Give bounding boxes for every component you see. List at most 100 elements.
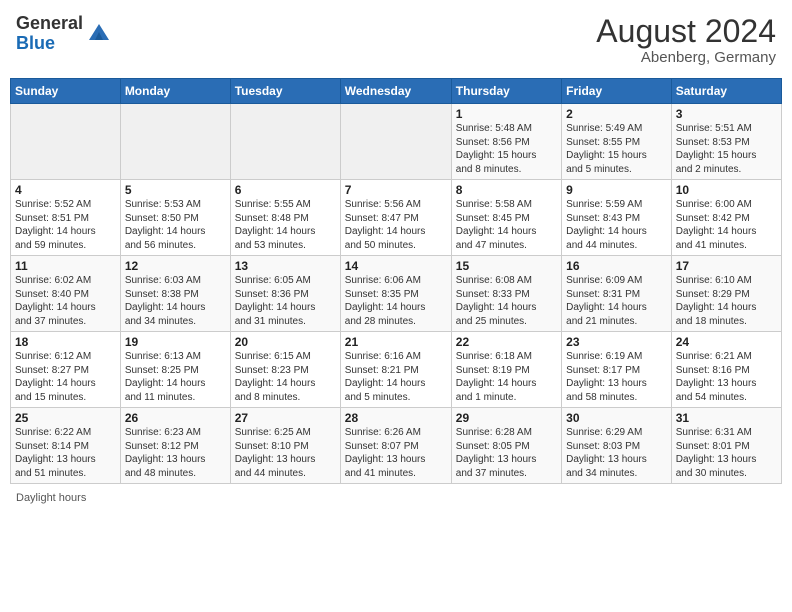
day-number: 23 xyxy=(566,335,667,349)
daylight-note: Daylight hours xyxy=(16,492,86,504)
day-info: Sunrise: 6:18 AM Sunset: 8:19 PM Dayligh… xyxy=(456,350,557,404)
day-number: 2 xyxy=(566,107,667,121)
day-number: 31 xyxy=(676,411,777,425)
logo: General Blue xyxy=(16,14,113,54)
weekday-header: Friday xyxy=(562,79,672,104)
day-info: Sunrise: 5:58 AM Sunset: 8:45 PM Dayligh… xyxy=(456,198,557,252)
calendar-cell: 11Sunrise: 6:02 AM Sunset: 8:40 PM Dayli… xyxy=(11,256,121,332)
calendar-cell: 7Sunrise: 5:56 AM Sunset: 8:47 PM Daylig… xyxy=(340,180,451,256)
day-number: 15 xyxy=(456,259,557,273)
day-info: Sunrise: 6:31 AM Sunset: 8:01 PM Dayligh… xyxy=(676,426,777,480)
calendar-header-row: SundayMondayTuesdayWednesdayThursdayFrid… xyxy=(11,79,782,104)
calendar-cell: 9Sunrise: 5:59 AM Sunset: 8:43 PM Daylig… xyxy=(562,180,672,256)
day-number: 29 xyxy=(456,411,557,425)
calendar-cell: 18Sunrise: 6:12 AM Sunset: 8:27 PM Dayli… xyxy=(11,332,121,408)
day-number: 27 xyxy=(235,411,336,425)
day-info: Sunrise: 5:56 AM Sunset: 8:47 PM Dayligh… xyxy=(345,198,447,252)
day-number: 8 xyxy=(456,183,557,197)
day-number: 5 xyxy=(125,183,226,197)
calendar-cell xyxy=(120,104,230,180)
day-info: Sunrise: 6:21 AM Sunset: 8:16 PM Dayligh… xyxy=(676,350,777,404)
day-info: Sunrise: 5:59 AM Sunset: 8:43 PM Dayligh… xyxy=(566,198,667,252)
calendar-week-row: 4Sunrise: 5:52 AM Sunset: 8:51 PM Daylig… xyxy=(11,180,782,256)
calendar-cell: 24Sunrise: 6:21 AM Sunset: 8:16 PM Dayli… xyxy=(671,332,781,408)
logo-icon xyxy=(85,20,113,48)
footer-note: Daylight hours xyxy=(10,490,782,506)
calendar-cell: 3Sunrise: 5:51 AM Sunset: 8:53 PM Daylig… xyxy=(671,104,781,180)
day-info: Sunrise: 6:03 AM Sunset: 8:38 PM Dayligh… xyxy=(125,274,226,328)
location: Abenberg, Germany xyxy=(596,49,776,66)
day-info: Sunrise: 6:08 AM Sunset: 8:33 PM Dayligh… xyxy=(456,274,557,328)
day-info: Sunrise: 5:52 AM Sunset: 8:51 PM Dayligh… xyxy=(15,198,116,252)
day-number: 12 xyxy=(125,259,226,273)
calendar-week-row: 18Sunrise: 6:12 AM Sunset: 8:27 PM Dayli… xyxy=(11,332,782,408)
weekday-header: Sunday xyxy=(11,79,121,104)
calendar-cell: 8Sunrise: 5:58 AM Sunset: 8:45 PM Daylig… xyxy=(451,180,561,256)
day-number: 24 xyxy=(676,335,777,349)
calendar-cell: 5Sunrise: 5:53 AM Sunset: 8:50 PM Daylig… xyxy=(120,180,230,256)
day-info: Sunrise: 6:02 AM Sunset: 8:40 PM Dayligh… xyxy=(15,274,116,328)
calendar-cell: 28Sunrise: 6:26 AM Sunset: 8:07 PM Dayli… xyxy=(340,408,451,484)
day-info: Sunrise: 5:55 AM Sunset: 8:48 PM Dayligh… xyxy=(235,198,336,252)
calendar-cell: 30Sunrise: 6:29 AM Sunset: 8:03 PM Dayli… xyxy=(562,408,672,484)
day-number: 25 xyxy=(15,411,116,425)
day-number: 22 xyxy=(456,335,557,349)
day-info: Sunrise: 6:26 AM Sunset: 8:07 PM Dayligh… xyxy=(345,426,447,480)
day-info: Sunrise: 6:09 AM Sunset: 8:31 PM Dayligh… xyxy=(566,274,667,328)
title-block: August 2024 Abenberg, Germany xyxy=(596,14,776,66)
calendar-cell: 31Sunrise: 6:31 AM Sunset: 8:01 PM Dayli… xyxy=(671,408,781,484)
day-info: Sunrise: 6:13 AM Sunset: 8:25 PM Dayligh… xyxy=(125,350,226,404)
day-number: 14 xyxy=(345,259,447,273)
calendar-week-row: 25Sunrise: 6:22 AM Sunset: 8:14 PM Dayli… xyxy=(11,408,782,484)
day-info: Sunrise: 6:00 AM Sunset: 8:42 PM Dayligh… xyxy=(676,198,777,252)
weekday-header: Wednesday xyxy=(340,79,451,104)
calendar-table: SundayMondayTuesdayWednesdayThursdayFrid… xyxy=(10,78,782,484)
calendar-week-row: 11Sunrise: 6:02 AM Sunset: 8:40 PM Dayli… xyxy=(11,256,782,332)
day-info: Sunrise: 6:16 AM Sunset: 8:21 PM Dayligh… xyxy=(345,350,447,404)
logo-general: General xyxy=(16,13,83,33)
day-number: 16 xyxy=(566,259,667,273)
calendar-cell: 19Sunrise: 6:13 AM Sunset: 8:25 PM Dayli… xyxy=(120,332,230,408)
day-info: Sunrise: 6:12 AM Sunset: 8:27 PM Dayligh… xyxy=(15,350,116,404)
day-info: Sunrise: 6:23 AM Sunset: 8:12 PM Dayligh… xyxy=(125,426,226,480)
day-number: 28 xyxy=(345,411,447,425)
day-number: 18 xyxy=(15,335,116,349)
day-number: 6 xyxy=(235,183,336,197)
calendar-cell: 13Sunrise: 6:05 AM Sunset: 8:36 PM Dayli… xyxy=(230,256,340,332)
month-year: August 2024 xyxy=(596,14,776,49)
day-info: Sunrise: 6:10 AM Sunset: 8:29 PM Dayligh… xyxy=(676,274,777,328)
day-number: 26 xyxy=(125,411,226,425)
calendar-cell: 17Sunrise: 6:10 AM Sunset: 8:29 PM Dayli… xyxy=(671,256,781,332)
calendar-cell: 4Sunrise: 5:52 AM Sunset: 8:51 PM Daylig… xyxy=(11,180,121,256)
calendar-cell: 15Sunrise: 6:08 AM Sunset: 8:33 PM Dayli… xyxy=(451,256,561,332)
weekday-header: Tuesday xyxy=(230,79,340,104)
logo-blue: Blue xyxy=(16,33,55,53)
calendar-cell: 27Sunrise: 6:25 AM Sunset: 8:10 PM Dayli… xyxy=(230,408,340,484)
weekday-header: Saturday xyxy=(671,79,781,104)
calendar-cell: 25Sunrise: 6:22 AM Sunset: 8:14 PM Dayli… xyxy=(11,408,121,484)
day-info: Sunrise: 6:28 AM Sunset: 8:05 PM Dayligh… xyxy=(456,426,557,480)
calendar-cell: 1Sunrise: 5:48 AM Sunset: 8:56 PM Daylig… xyxy=(451,104,561,180)
page-header: General Blue August 2024 Abenberg, Germa… xyxy=(10,10,782,70)
calendar-cell xyxy=(11,104,121,180)
calendar-cell: 2Sunrise: 5:49 AM Sunset: 8:55 PM Daylig… xyxy=(562,104,672,180)
day-number: 13 xyxy=(235,259,336,273)
calendar-cell: 22Sunrise: 6:18 AM Sunset: 8:19 PM Dayli… xyxy=(451,332,561,408)
day-info: Sunrise: 5:48 AM Sunset: 8:56 PM Dayligh… xyxy=(456,122,557,176)
calendar-cell: 10Sunrise: 6:00 AM Sunset: 8:42 PM Dayli… xyxy=(671,180,781,256)
day-number: 19 xyxy=(125,335,226,349)
calendar-cell: 16Sunrise: 6:09 AM Sunset: 8:31 PM Dayli… xyxy=(562,256,672,332)
day-number: 4 xyxy=(15,183,116,197)
day-number: 10 xyxy=(676,183,777,197)
day-number: 20 xyxy=(235,335,336,349)
day-number: 3 xyxy=(676,107,777,121)
calendar-cell: 23Sunrise: 6:19 AM Sunset: 8:17 PM Dayli… xyxy=(562,332,672,408)
weekday-header: Thursday xyxy=(451,79,561,104)
day-info: Sunrise: 6:22 AM Sunset: 8:14 PM Dayligh… xyxy=(15,426,116,480)
day-info: Sunrise: 5:49 AM Sunset: 8:55 PM Dayligh… xyxy=(566,122,667,176)
day-info: Sunrise: 6:05 AM Sunset: 8:36 PM Dayligh… xyxy=(235,274,336,328)
calendar-cell: 21Sunrise: 6:16 AM Sunset: 8:21 PM Dayli… xyxy=(340,332,451,408)
calendar-cell: 14Sunrise: 6:06 AM Sunset: 8:35 PM Dayli… xyxy=(340,256,451,332)
day-number: 30 xyxy=(566,411,667,425)
calendar-week-row: 1Sunrise: 5:48 AM Sunset: 8:56 PM Daylig… xyxy=(11,104,782,180)
